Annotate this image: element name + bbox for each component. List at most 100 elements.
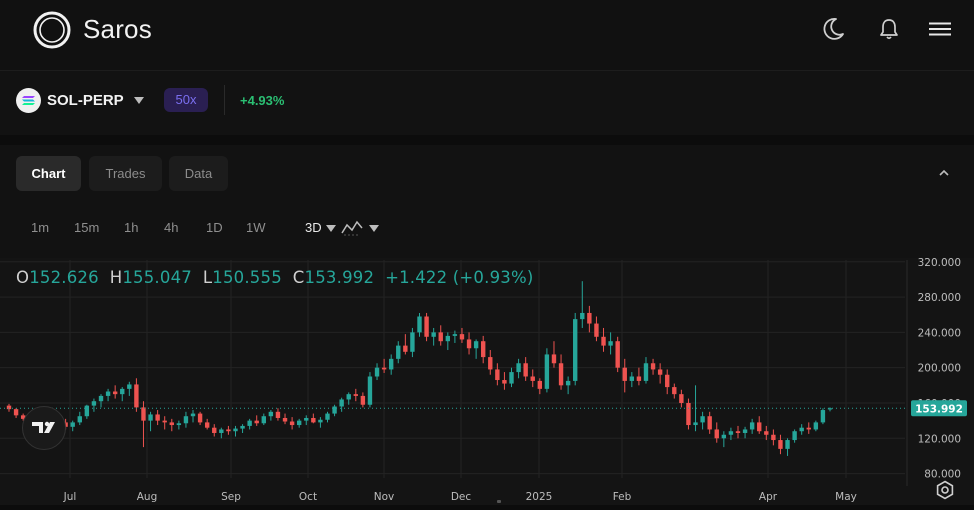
candle-body xyxy=(714,429,719,439)
interval-4h[interactable]: 4h xyxy=(164,220,178,235)
saros-logo-icon[interactable] xyxy=(33,11,71,49)
candle-body xyxy=(601,336,606,346)
candle-body xyxy=(268,411,274,417)
candle-body xyxy=(141,407,146,421)
candle-body xyxy=(388,358,394,370)
candle-body xyxy=(764,431,769,435)
interval-1d[interactable]: 1D xyxy=(206,220,223,235)
chevron-up-icon[interactable] xyxy=(938,168,950,178)
candle-body xyxy=(325,413,330,420)
interval-toolbar: 1m 15m 1h 4h 1D 1W 3D xyxy=(0,220,974,240)
candle-body xyxy=(438,332,443,342)
candle-body xyxy=(785,440,790,449)
brand-name: Saros xyxy=(83,14,152,44)
candle-body xyxy=(650,363,656,370)
candle-body xyxy=(417,316,422,333)
candle-body xyxy=(190,413,196,417)
resize-handle[interactable] xyxy=(497,500,501,503)
divider xyxy=(224,85,225,115)
x-tick-label: Apr xyxy=(759,491,778,503)
interval-selected[interactable]: 3D xyxy=(305,220,322,235)
chart-settings-gear-icon[interactable] xyxy=(935,480,955,500)
candle-body xyxy=(721,434,727,439)
candle-body xyxy=(757,422,762,432)
y-tick-label: 120.000 xyxy=(918,433,961,445)
candle-body xyxy=(672,387,677,395)
candle-body xyxy=(587,312,592,324)
candlestick-chart[interactable]: 320.000280.000240.000200.000160.000120.0… xyxy=(0,257,974,505)
candle-body xyxy=(608,341,613,346)
candle-body xyxy=(70,422,75,427)
chevron-down-icon[interactable] xyxy=(133,96,145,106)
candle-body xyxy=(530,376,535,381)
candle-body xyxy=(728,431,734,435)
x-tick-label: Jul xyxy=(63,491,77,503)
candle-body xyxy=(502,380,507,384)
chart-type-dropdown-icon[interactable] xyxy=(368,224,380,234)
ohlc-open-value: 152.626 xyxy=(29,268,99,287)
market-bar: SOL-PERP 50x +4.93% xyxy=(0,71,974,135)
ohlc-high-label: H xyxy=(109,268,123,287)
theme-moon-icon[interactable] xyxy=(820,16,846,42)
candle-body xyxy=(629,376,635,381)
candle-body xyxy=(98,395,104,402)
candle-body xyxy=(212,427,217,433)
candle-body xyxy=(282,417,288,422)
interval-1m[interactable]: 1m xyxy=(31,220,49,235)
notification-bell-icon[interactable] xyxy=(876,16,902,42)
menu-icon[interactable] xyxy=(927,16,953,42)
candle-body xyxy=(778,440,783,449)
candle-body xyxy=(155,414,160,421)
x-tick-label: Dec xyxy=(451,491,472,503)
candle-body xyxy=(112,391,118,395)
candle-body xyxy=(247,420,252,426)
candle-body xyxy=(424,316,429,337)
candle-body xyxy=(565,380,571,386)
last-price-label: 153.992 xyxy=(915,403,963,415)
candle-body xyxy=(643,363,649,381)
price-chart[interactable]: 320.000280.000240.000200.000160.000120.0… xyxy=(0,257,974,505)
leverage-badge: 50x xyxy=(164,88,208,112)
tab-chart[interactable]: Chart xyxy=(16,156,81,191)
y-tick-label: 200.000 xyxy=(918,363,961,375)
ohlc-close-label: C xyxy=(292,268,305,287)
chart-type-icon[interactable] xyxy=(340,219,364,237)
candle-body xyxy=(346,394,351,400)
candle-body xyxy=(403,345,408,352)
ohlc-low-label: L xyxy=(202,268,213,287)
candle-body xyxy=(799,427,804,432)
tab-trades[interactable]: Trades xyxy=(89,156,162,191)
candle-body xyxy=(84,405,90,417)
candle-body xyxy=(120,388,125,395)
market-symbol[interactable]: SOL-PERP xyxy=(47,92,124,109)
candle-body xyxy=(594,323,599,337)
tab-data[interactable]: Data xyxy=(169,156,228,191)
y-tick-label: 320.000 xyxy=(918,258,961,269)
candle-body xyxy=(573,319,578,381)
candle-body xyxy=(176,423,182,426)
candle-body xyxy=(318,419,323,423)
interval-dropdown-icon[interactable] xyxy=(325,224,337,234)
interval-1w[interactable]: 1W xyxy=(246,220,266,235)
interval-1h[interactable]: 1h xyxy=(124,220,138,235)
candle-body xyxy=(304,417,309,421)
candle-body xyxy=(381,367,387,370)
candle-body xyxy=(820,410,826,423)
candle-body xyxy=(558,363,564,386)
x-tick-label: Nov xyxy=(374,491,395,503)
candle-body xyxy=(105,391,111,396)
tradingview-logo-icon[interactable] xyxy=(22,406,66,450)
candle-body xyxy=(636,376,642,381)
x-tick-label: Aug xyxy=(137,491,158,503)
candle-body xyxy=(749,422,755,430)
candle-body xyxy=(792,431,797,441)
candle-body xyxy=(360,395,366,405)
candle-body xyxy=(275,411,281,418)
x-tick-label: 2025 xyxy=(526,491,553,503)
candle-body xyxy=(488,357,493,370)
interval-15m[interactable]: 15m xyxy=(74,220,99,235)
candle-body xyxy=(183,416,189,424)
x-tick-label: Sep xyxy=(221,491,241,503)
candle-body xyxy=(396,345,401,359)
candle-body xyxy=(219,429,224,433)
